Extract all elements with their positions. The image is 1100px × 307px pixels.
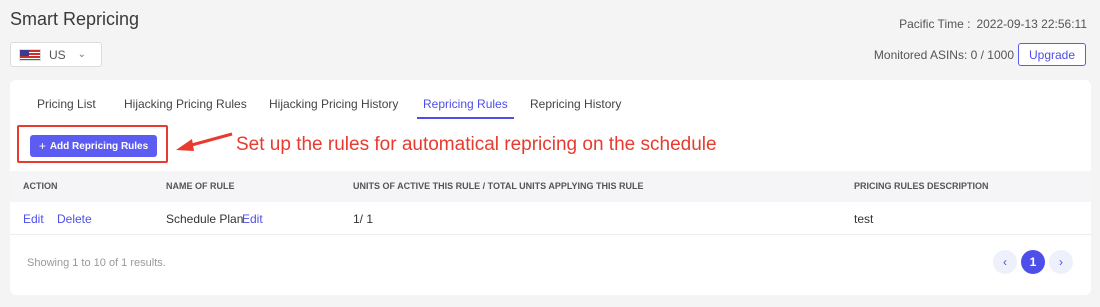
edit-link[interactable]: Edit (23, 212, 44, 226)
pacific-time-label: Pacific Time : (899, 17, 971, 31)
rule-units: 1/ 1 (353, 212, 374, 226)
country-label: US (49, 47, 66, 62)
tab-hijacking-pricing-history[interactable]: Hijacking Pricing History (269, 97, 398, 118)
page-1-button[interactable]: 1 (1021, 250, 1045, 274)
chevron-down-icon: ⌄ (77, 49, 87, 60)
next-page-button[interactable]: › (1049, 250, 1073, 274)
pacific-time-value: 2022-09-13 22:56:11 (976, 17, 1087, 31)
tab-repricing-rules[interactable]: Repricing Rules (417, 97, 514, 119)
delete-link[interactable]: Delete (57, 212, 92, 226)
rule-name-edit-link[interactable]: Edit (242, 212, 263, 226)
rule-description: test (854, 212, 874, 226)
callout-text: Set up the rules for automatical reprici… (236, 134, 717, 155)
tab-bar: Pricing List Hijacking Pricing Rules Hij… (10, 80, 1091, 120)
tab-hijacking-pricing-rules[interactable]: Hijacking Pricing Rules (124, 97, 247, 118)
tab-pricing-list[interactable]: Pricing List (37, 97, 96, 118)
country-select[interactable]: US ⌄ (10, 42, 102, 67)
rule-name: Schedule Plan (166, 212, 244, 226)
upgrade-button[interactable]: Upgrade (1018, 43, 1086, 66)
add-repricing-rules-button[interactable]: + Add Repricing Rules (30, 135, 157, 157)
add-repricing-rules-label: Add Repricing Rules (49, 140, 149, 152)
column-header: PRICING RULES DESCRIPTION (854, 181, 989, 191)
showing-results: Showing 1 to 10 of 1 results. (27, 257, 166, 269)
us-flag-icon (19, 48, 41, 61)
callout-arrow-icon (176, 132, 233, 151)
table-header: ACTION NAME OF RULE UNITS OF ACTIVE THIS… (10, 171, 1091, 202)
column-header: NAME OF RULE (166, 181, 235, 191)
pagination: ‹ 1 › (993, 250, 1073, 274)
table-row: Edit Delete Schedule Plan Edit 1/ 1 test (10, 202, 1091, 235)
column-header: UNITS OF ACTIVE THIS RULE / TOTAL UNITS … (353, 181, 644, 191)
page-title: Smart Repricing (10, 9, 140, 29)
main-card: Pricing List Hijacking Pricing Rules Hij… (10, 80, 1091, 295)
monitored-asins: Monitored ASINs: 0 / 1000 (873, 48, 1014, 62)
plus-icon: + (38, 139, 46, 153)
tab-repricing-history[interactable]: Repricing History (530, 97, 621, 118)
prev-page-button[interactable]: ‹ (993, 250, 1017, 274)
column-header: ACTION (23, 181, 58, 191)
pacific-time: Pacific Time : 2022-09-13 22:56:11 (899, 17, 1087, 31)
add-button-highlight: + Add Repricing Rules (17, 125, 168, 163)
